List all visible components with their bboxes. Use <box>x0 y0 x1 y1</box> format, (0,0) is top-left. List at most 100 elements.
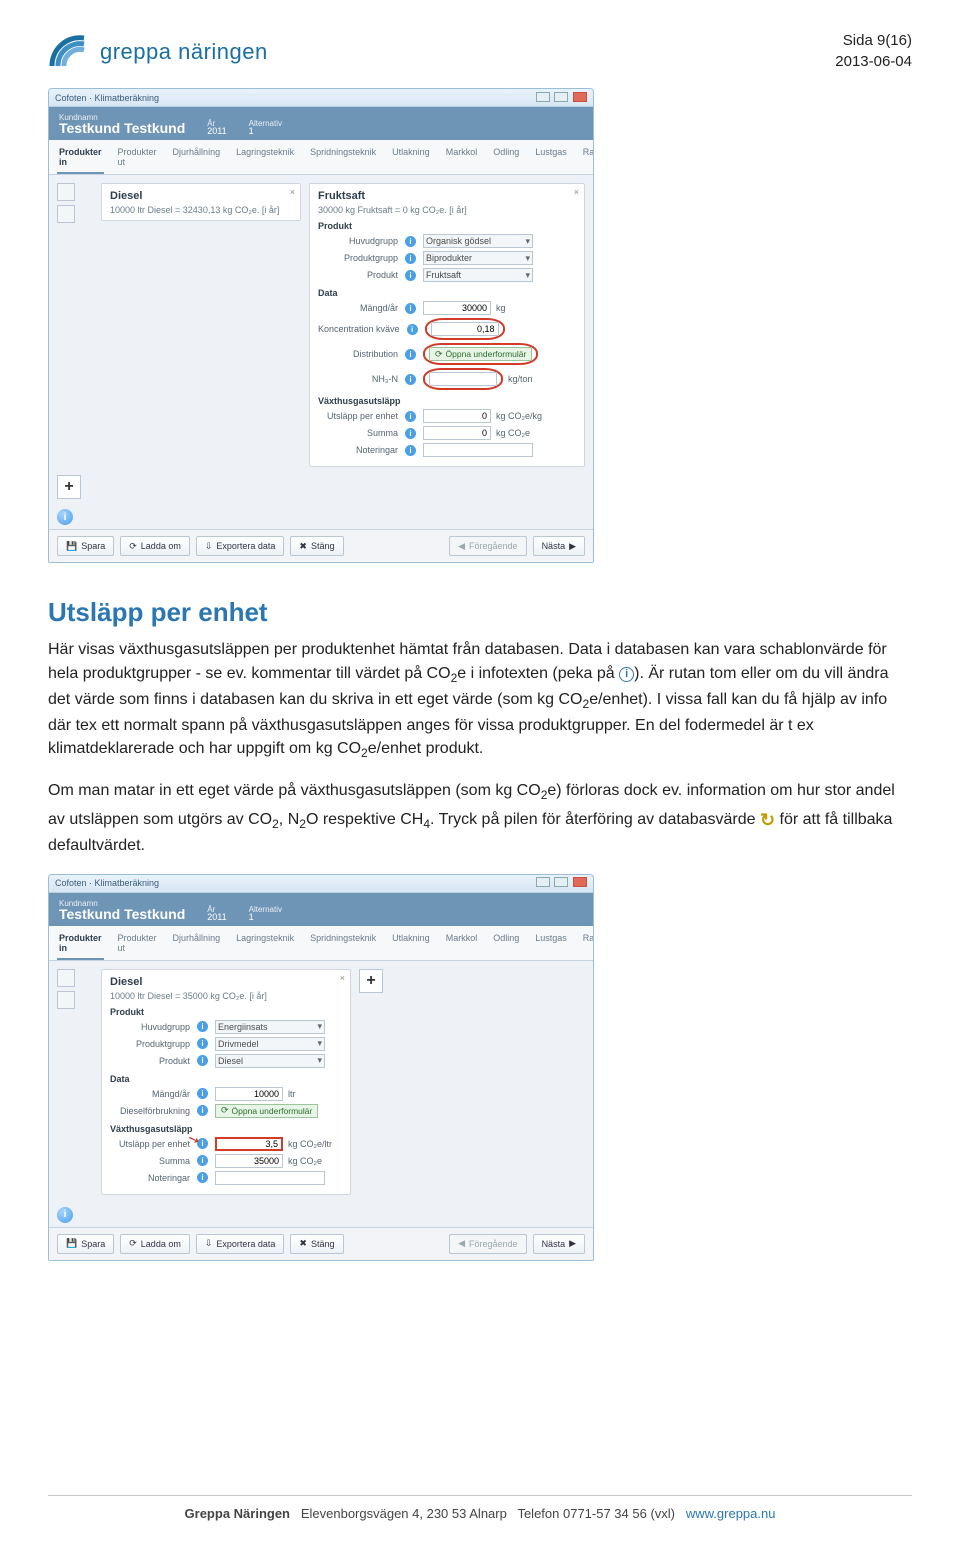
unit-summa: kg CO₂e <box>496 428 530 438</box>
tab-utlakning[interactable]: Utlakning <box>390 144 432 174</box>
maximize-icon[interactable] <box>554 877 568 887</box>
info-icon[interactable]: i <box>405 411 416 422</box>
info-icon[interactable]: i <box>197 1021 208 1032</box>
input-utslapp-per-enhet[interactable] <box>423 409 491 423</box>
info-icon[interactable]: i <box>57 509 73 525</box>
tab-odling[interactable]: Odling <box>491 144 521 174</box>
save-button[interactable]: 💾 Spara <box>57 1234 114 1254</box>
card-close-icon[interactable]: × <box>340 973 345 983</box>
brand-logo: greppa näringen <box>48 30 268 74</box>
info-icon[interactable]: i <box>197 1088 208 1099</box>
tab-produkter-in[interactable]: Produkter in <box>57 144 104 174</box>
info-icon[interactable]: i <box>405 349 416 360</box>
grid-view-icon[interactable] <box>57 969 75 987</box>
info-icon[interactable]: i <box>405 270 416 281</box>
grid-view-icon[interactable] <box>57 183 75 201</box>
tab-markkol[interactable]: Markkol <box>444 930 480 960</box>
footer-address: Elevenborgsvägen 4, 230 53 Alnarp <box>301 1506 507 1521</box>
tab-produkter-ut[interactable]: Produkter ut <box>116 144 159 174</box>
info-icon[interactable]: i <box>197 1105 208 1116</box>
select-produktgrupp[interactable]: Drivmedel <box>215 1037 325 1051</box>
reload-button[interactable]: ⟳ Ladda om <box>120 536 190 556</box>
label-produkt: Produkt <box>110 1056 190 1066</box>
add-product-button[interactable]: + <box>57 475 81 499</box>
tab-odling[interactable]: Odling <box>491 930 521 960</box>
info-icon[interactable]: i <box>197 1038 208 1049</box>
close-button[interactable]: ✖ Stäng <box>290 536 343 556</box>
tab-djurhallning[interactable]: Djurhållning <box>171 144 223 174</box>
tab-djurhallning[interactable]: Djurhållning <box>171 930 223 960</box>
tab-markkol[interactable]: Markkol <box>444 144 480 174</box>
info-icon[interactable]: i <box>405 236 416 247</box>
tab-utlakning[interactable]: Utlakning <box>390 930 432 960</box>
open-subform-button[interactable]: Öppna underformulär <box>215 1104 318 1118</box>
info-icon[interactable]: i <box>405 303 416 314</box>
select-produktgrupp[interactable]: Biprodukter <box>423 251 533 265</box>
input-summa[interactable] <box>215 1154 283 1168</box>
minimize-icon[interactable] <box>536 92 550 102</box>
info-icon[interactable]: i <box>405 374 416 385</box>
tab-rapporter[interactable]: Rapporter <box>581 144 594 174</box>
unit-summa: kg CO₂e <box>288 1156 322 1166</box>
tab-produkter-in[interactable]: Produkter in <box>57 930 104 960</box>
paragraph-2: Om man matar in ett eget värde på växthu… <box>48 779 912 858</box>
save-button[interactable]: 💾 Spara <box>57 536 114 556</box>
close-icon[interactable] <box>573 877 587 887</box>
tab-rapporter[interactable]: Rapporter <box>581 930 594 960</box>
unit-utslapp: kg CO₂e/kg <box>496 411 542 421</box>
tab-produkter-ut[interactable]: Produkter ut <box>116 930 159 960</box>
card-close-icon[interactable]: × <box>574 187 579 197</box>
select-huvudgrupp[interactable]: Organisk gödsel <box>423 234 533 248</box>
info-icon[interactable]: i <box>57 1207 73 1223</box>
input-summa[interactable] <box>423 426 491 440</box>
info-icon[interactable]: i <box>197 1155 208 1166</box>
maximize-icon[interactable] <box>554 92 568 102</box>
section-produkt: Produkt <box>318 221 576 231</box>
open-subform-button[interactable]: Öppna underformulär <box>429 347 532 361</box>
reload-button[interactable]: ⟳ Ladda om <box>120 1234 190 1254</box>
footer-url[interactable]: www.greppa.nu <box>686 1506 776 1521</box>
card-close-icon[interactable]: × <box>290 187 295 197</box>
select-produkt[interactable]: Diesel <box>215 1054 325 1068</box>
tab-lagring[interactable]: Lagringsteknik <box>234 144 296 174</box>
info-icon[interactable]: i <box>405 445 416 456</box>
prev-button[interactable]: ◀ Föregående <box>449 1234 526 1254</box>
input-utslapp-per-enhet[interactable] <box>215 1137 283 1151</box>
tab-lagring[interactable]: Lagringsteknik <box>234 930 296 960</box>
export-button[interactable]: ⇩ Exportera data <box>196 1234 285 1254</box>
prev-button[interactable]: ◀ Föregående <box>449 536 526 556</box>
select-produkt[interactable]: Fruktsaft <box>423 268 533 282</box>
grid-view-icon[interactable] <box>57 991 75 1009</box>
add-product-button[interactable]: + <box>359 969 383 993</box>
info-icon[interactable]: i <box>407 324 418 335</box>
close-icon[interactable] <box>573 92 587 102</box>
section-data: Data <box>110 1074 342 1084</box>
input-konc[interactable] <box>431 322 499 336</box>
next-button[interactable]: Nästa ▶ <box>533 1234 585 1254</box>
info-icon[interactable]: i <box>197 1055 208 1066</box>
close-button[interactable]: ✖ Stäng <box>290 1234 343 1254</box>
input-noteringar[interactable] <box>423 443 533 457</box>
grid-view-icon[interactable] <box>57 205 75 223</box>
export-button[interactable]: ⇩ Exportera data <box>196 536 285 556</box>
info-icon[interactable]: i <box>197 1172 208 1183</box>
info-icon[interactable]: i <box>405 253 416 264</box>
paragraph-1: Här visas växthusgasutsläppen per produk… <box>48 638 912 763</box>
document-date: 2013-06-04 <box>835 51 912 72</box>
input-nh3n[interactable] <box>429 372 497 386</box>
info-icon[interactable]: i <box>405 428 416 439</box>
page-footer: Greppa Näringen Elevenborgsvägen 4, 230 … <box>48 1495 912 1521</box>
input-mangd[interactable] <box>423 301 491 315</box>
select-huvudgrupp[interactable]: Energiinsats <box>215 1020 325 1034</box>
input-noteringar[interactable] <box>215 1171 325 1185</box>
tab-spridning[interactable]: Spridningsteknik <box>308 930 378 960</box>
tab-lustgas[interactable]: Lustgas <box>533 144 569 174</box>
tab-lustgas[interactable]: Lustgas <box>533 930 569 960</box>
next-button[interactable]: Nästa ▶ <box>533 536 585 556</box>
label-noteringar: Noteringar <box>110 1173 190 1183</box>
input-mangd[interactable] <box>215 1087 283 1101</box>
minimize-icon[interactable] <box>536 877 550 887</box>
section-heading: Utsläpp per enhet <box>48 597 912 628</box>
tab-spridning[interactable]: Spridningsteknik <box>308 144 378 174</box>
app-screenshot-2: Cofoten · Klimatberäkning Kundnamn Testk… <box>48 874 594 1261</box>
